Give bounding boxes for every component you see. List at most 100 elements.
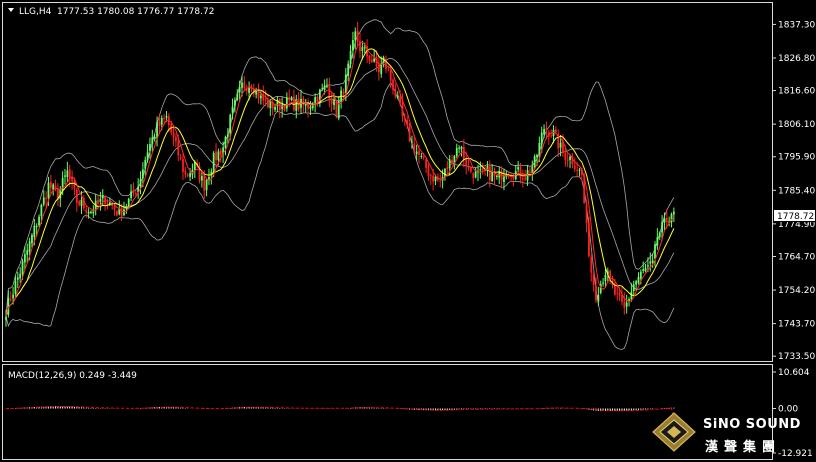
candle: [590, 254, 593, 282]
candle: [644, 263, 647, 273]
chevron-down-icon[interactable]: [8, 8, 14, 12]
macd-tick-label: -12.921: [778, 449, 813, 459]
moving-averages: [5, 41, 675, 317]
candle: [510, 173, 512, 183]
candle: [481, 162, 484, 175]
candle: [427, 163, 430, 182]
candle: [656, 228, 659, 250]
price-tick-label: 1754.20: [778, 286, 815, 296]
candle: [116, 209, 118, 217]
candle: [356, 21, 359, 46]
candle: [328, 77, 331, 108]
candle: [451, 154, 453, 166]
symbol-label: LLG,H4: [19, 7, 52, 17]
candle: [278, 97, 281, 119]
candle: [75, 187, 78, 212]
candle: [257, 83, 260, 104]
price-tick-label: 1764.70: [778, 252, 815, 262]
candle: [151, 129, 154, 152]
candle: [547, 130, 550, 145]
candle: [377, 56, 380, 81]
price-tick-label: 1837.30: [778, 20, 815, 30]
candle: [495, 174, 498, 180]
candle: [474, 167, 477, 179]
candle: [184, 167, 187, 179]
price-tick-label: 1743.70: [778, 320, 815, 330]
candle: [78, 199, 81, 207]
price-axis: 1837.30 1826.80 1816.60 1806.10 1795.90 1785.…: [772, 20, 815, 362]
candle: [182, 152, 184, 180]
candle: [179, 154, 182, 161]
candle: [609, 269, 612, 285]
candle: [573, 157, 576, 173]
candle: [205, 178, 208, 197]
candle: [191, 163, 194, 179]
candlesticks: [5, 21, 675, 327]
candle: [359, 32, 361, 59]
candle: [318, 88, 321, 108]
candle: [42, 190, 45, 207]
candle: [236, 89, 239, 101]
candle: [267, 93, 269, 109]
candle: [531, 160, 534, 182]
candle: [354, 27, 357, 50]
logo-chinese: 漢聲集團: [705, 439, 781, 455]
candle: [90, 210, 92, 215]
candle: [396, 91, 399, 100]
fast-ma-line: [5, 41, 675, 317]
candle: [455, 143, 458, 159]
candle: [245, 84, 248, 96]
candle: [38, 214, 40, 228]
candle: [49, 174, 52, 194]
candle: [382, 55, 385, 68]
macd-histogram: [7, 406, 675, 412]
macd-label: MACD(12,26,9) 0.249 -3.449: [8, 371, 137, 381]
candle: [385, 55, 387, 74]
candle: [99, 191, 102, 211]
candle: [64, 169, 66, 185]
candle: [491, 164, 494, 183]
candle: [326, 78, 328, 89]
candle: [208, 168, 210, 185]
candle: [130, 184, 132, 202]
candle: [658, 231, 661, 241]
candle: [57, 183, 59, 207]
price-tick-label: 1806.10: [778, 120, 815, 130]
candle: [460, 145, 463, 157]
candle: [316, 95, 319, 107]
candle: [472, 172, 475, 184]
candle: [347, 60, 350, 82]
candle: [340, 86, 343, 109]
candle: [637, 272, 640, 285]
candle: [104, 194, 107, 211]
candle: [368, 54, 371, 65]
candle: [210, 168, 213, 185]
candle: [295, 94, 298, 119]
candle: [300, 89, 302, 114]
candle: [85, 205, 88, 218]
candle: [66, 161, 69, 183]
candle: [642, 261, 645, 274]
candle: [337, 95, 340, 121]
lower-band: [5, 82, 675, 350]
logo-name: SiNO SOUND: [703, 417, 801, 432]
candle: [146, 144, 149, 163]
macd-tick-label: 0.00: [778, 405, 798, 415]
candle: [198, 162, 201, 184]
candle: [566, 153, 569, 168]
candle: [521, 169, 524, 188]
candle: [578, 167, 581, 177]
candle: [252, 83, 255, 98]
candle: [557, 129, 560, 158]
candle: [271, 98, 274, 116]
candle: [514, 165, 517, 181]
candle: [54, 179, 57, 192]
candle: [281, 97, 284, 118]
candle: [172, 126, 175, 146]
upper-band: [5, 19, 675, 317]
slow-ma-line: [5, 48, 675, 317]
candle: [125, 203, 128, 214]
candle: [654, 241, 656, 267]
candle: [106, 198, 109, 210]
trading-chart[interactable]: 1837.30 1826.80 1816.60 1806.10 1795.90 1785.…: [0, 0, 816, 462]
